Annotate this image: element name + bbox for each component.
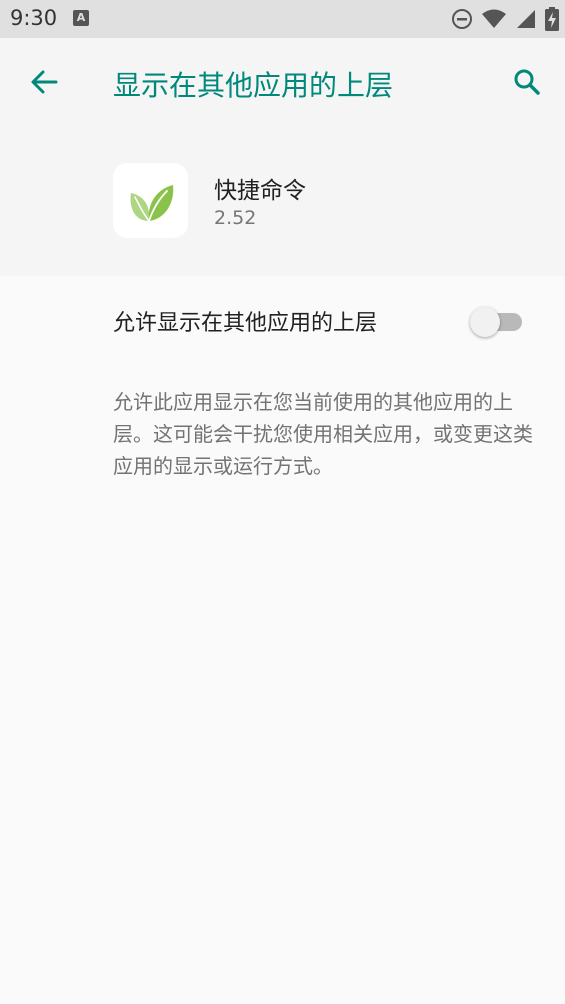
search-button[interactable] <box>505 60 549 104</box>
search-icon <box>514 69 540 95</box>
dnd-icon <box>452 9 472 29</box>
toggle-thumb <box>470 307 500 337</box>
arrow-left-icon <box>31 70 58 94</box>
status-time: 9:30 <box>10 6 58 30</box>
page-title: 显示在其他应用的上层 <box>113 69 394 102</box>
wifi-icon <box>482 9 506 28</box>
app-bar: 显示在其他应用的上层 <box>0 38 565 126</box>
back-button[interactable] <box>22 60 66 104</box>
app-header: 快捷命令 2.52 <box>0 126 565 276</box>
signal-icon <box>517 10 535 28</box>
setting-description: 允许此应用显示在您当前使用的其他应用的上层。这可能会干扰您使用相关应用，或变更这… <box>113 390 533 478</box>
app-icon <box>113 163 188 238</box>
allow-overlay-toggle[interactable] <box>470 306 526 337</box>
status-bar: 9:30 A <box>0 0 565 38</box>
battery-charging-icon <box>545 7 559 31</box>
leaf-icon <box>130 185 174 222</box>
app-version: 2.52 <box>214 207 257 229</box>
notification-a-icon: A <box>73 10 89 26</box>
app-name: 快捷命令 <box>214 178 306 204</box>
setting-row-allow-overlay[interactable]: 允许显示在其他应用的上层 <box>0 276 565 364</box>
status-icons <box>451 6 559 32</box>
setting-label: 允许显示在其他应用的上层 <box>113 311 378 336</box>
